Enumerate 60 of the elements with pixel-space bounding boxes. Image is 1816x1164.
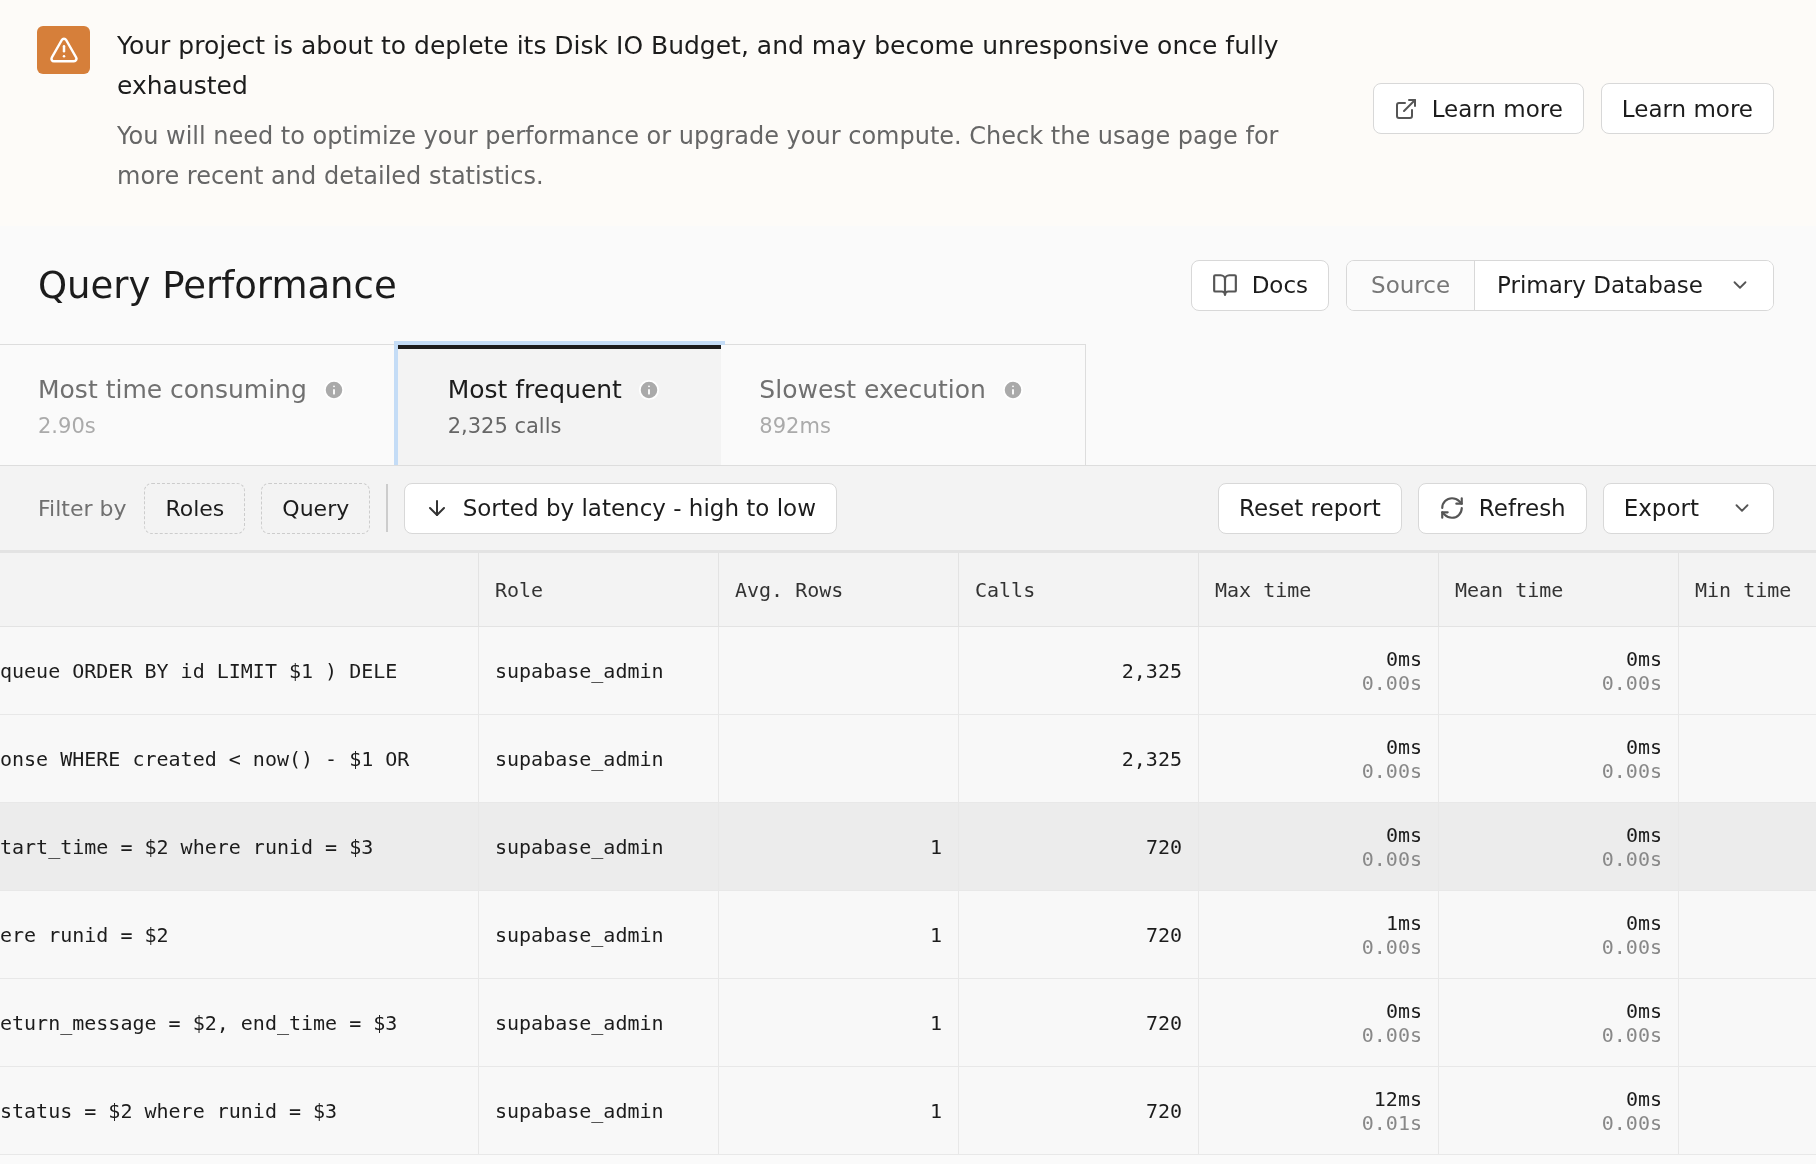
table-cell: eturn_message = $2, end_time = $3 [0, 979, 479, 1067]
refresh-button[interactable]: Refresh [1417, 482, 1587, 534]
table-cell: 1 [719, 891, 959, 979]
table-cell: supabase_admin [479, 979, 719, 1067]
table-cell: onse WHERE created < now() - $1 OR [0, 715, 479, 803]
table-cell: 0ms 0.00s [1439, 715, 1679, 803]
book-icon [1211, 272, 1238, 298]
filter-chip[interactable]: Roles [144, 482, 246, 534]
info-icon [322, 378, 345, 401]
table-cell: 0ms 0.00s [1439, 979, 1679, 1067]
external-link-icon [1393, 96, 1418, 121]
docs-button[interactable]: Docs [1190, 259, 1330, 311]
learn-more-button[interactable]: Learn more [1600, 83, 1774, 134]
banner-message: You will need to optimize your performance or upgrade your compute. Check the usage page for more recent and detailed statistics. [117, 121, 1280, 192]
column-header: Mean time [1439, 553, 1679, 627]
table-cell: 12ms 0.01s [1199, 1067, 1439, 1155]
table-cell: supabase_admin [479, 891, 719, 979]
table-cell: 720 [959, 979, 1199, 1067]
learn-more-button[interactable]: Learn more [1372, 83, 1584, 134]
table-cell: 0ms 0.00s [1439, 891, 1679, 979]
table-cell: ere runid = $2 [0, 891, 479, 979]
column-header: Avg. Rows [719, 553, 959, 627]
table-cell: tart_time = $2 where runid = $3 [0, 803, 479, 891]
table-cell: 0ms 0.00s [1439, 803, 1679, 891]
table-cell: 0ms 0.00s [1439, 1067, 1679, 1155]
column-header: Role [479, 553, 719, 627]
export-button[interactable]: Export [1602, 482, 1774, 534]
table-cell: 1 [719, 803, 959, 891]
table-cell: 0ms 0.00s [1199, 979, 1439, 1067]
sort-button[interactable]: Sorted by latency - high to low [403, 482, 837, 534]
table-cell: 1 [719, 1067, 959, 1155]
table-cell: 0ms 0.00s [1199, 803, 1439, 891]
page-title: Query Performance [38, 263, 397, 307]
table-cell: 0ms 0.00s [1439, 627, 1679, 715]
info-icon [1001, 378, 1024, 401]
info-icon [637, 378, 660, 401]
table-cell: queue ORDER BY id LIMIT $1 ) DELE [0, 627, 479, 715]
table-cell: 720 [959, 891, 1199, 979]
table-cell: 720 [959, 1067, 1199, 1155]
table-cell: supabase_admin [479, 1067, 719, 1155]
column-header: Min time [1679, 553, 1816, 627]
filter-label: Filter by [38, 495, 127, 521]
table-cell: 0ms 0.00s [1199, 627, 1439, 715]
warning-icon [37, 26, 90, 74]
table-cell: supabase_admin [479, 715, 719, 803]
refresh-icon [1438, 495, 1465, 521]
table-cell: supabase_admin [479, 627, 719, 715]
table-cell: 720 [959, 803, 1199, 891]
table-cell: supabase_admin [479, 803, 719, 891]
table-cell: 2,325 [959, 715, 1199, 803]
reset-button[interactable]: Reset report [1218, 482, 1402, 534]
table-cell: 1ms 0.00s [1199, 891, 1439, 979]
table-cell: 0ms 0.00s [1199, 715, 1439, 803]
column-header: Calls [959, 553, 1199, 627]
filter-chip[interactable]: Query [261, 482, 371, 534]
table-cell: 2,325 [959, 627, 1199, 715]
column-header: Max time [1199, 553, 1439, 627]
table-cell: status = $2 where runid = $3 [0, 1067, 479, 1155]
table-cell: 1 [719, 979, 959, 1067]
banner-title: Your project is about to deplete its Disk IO Budget, and may become unresponsive once fully exhausted [117, 30, 1280, 102]
